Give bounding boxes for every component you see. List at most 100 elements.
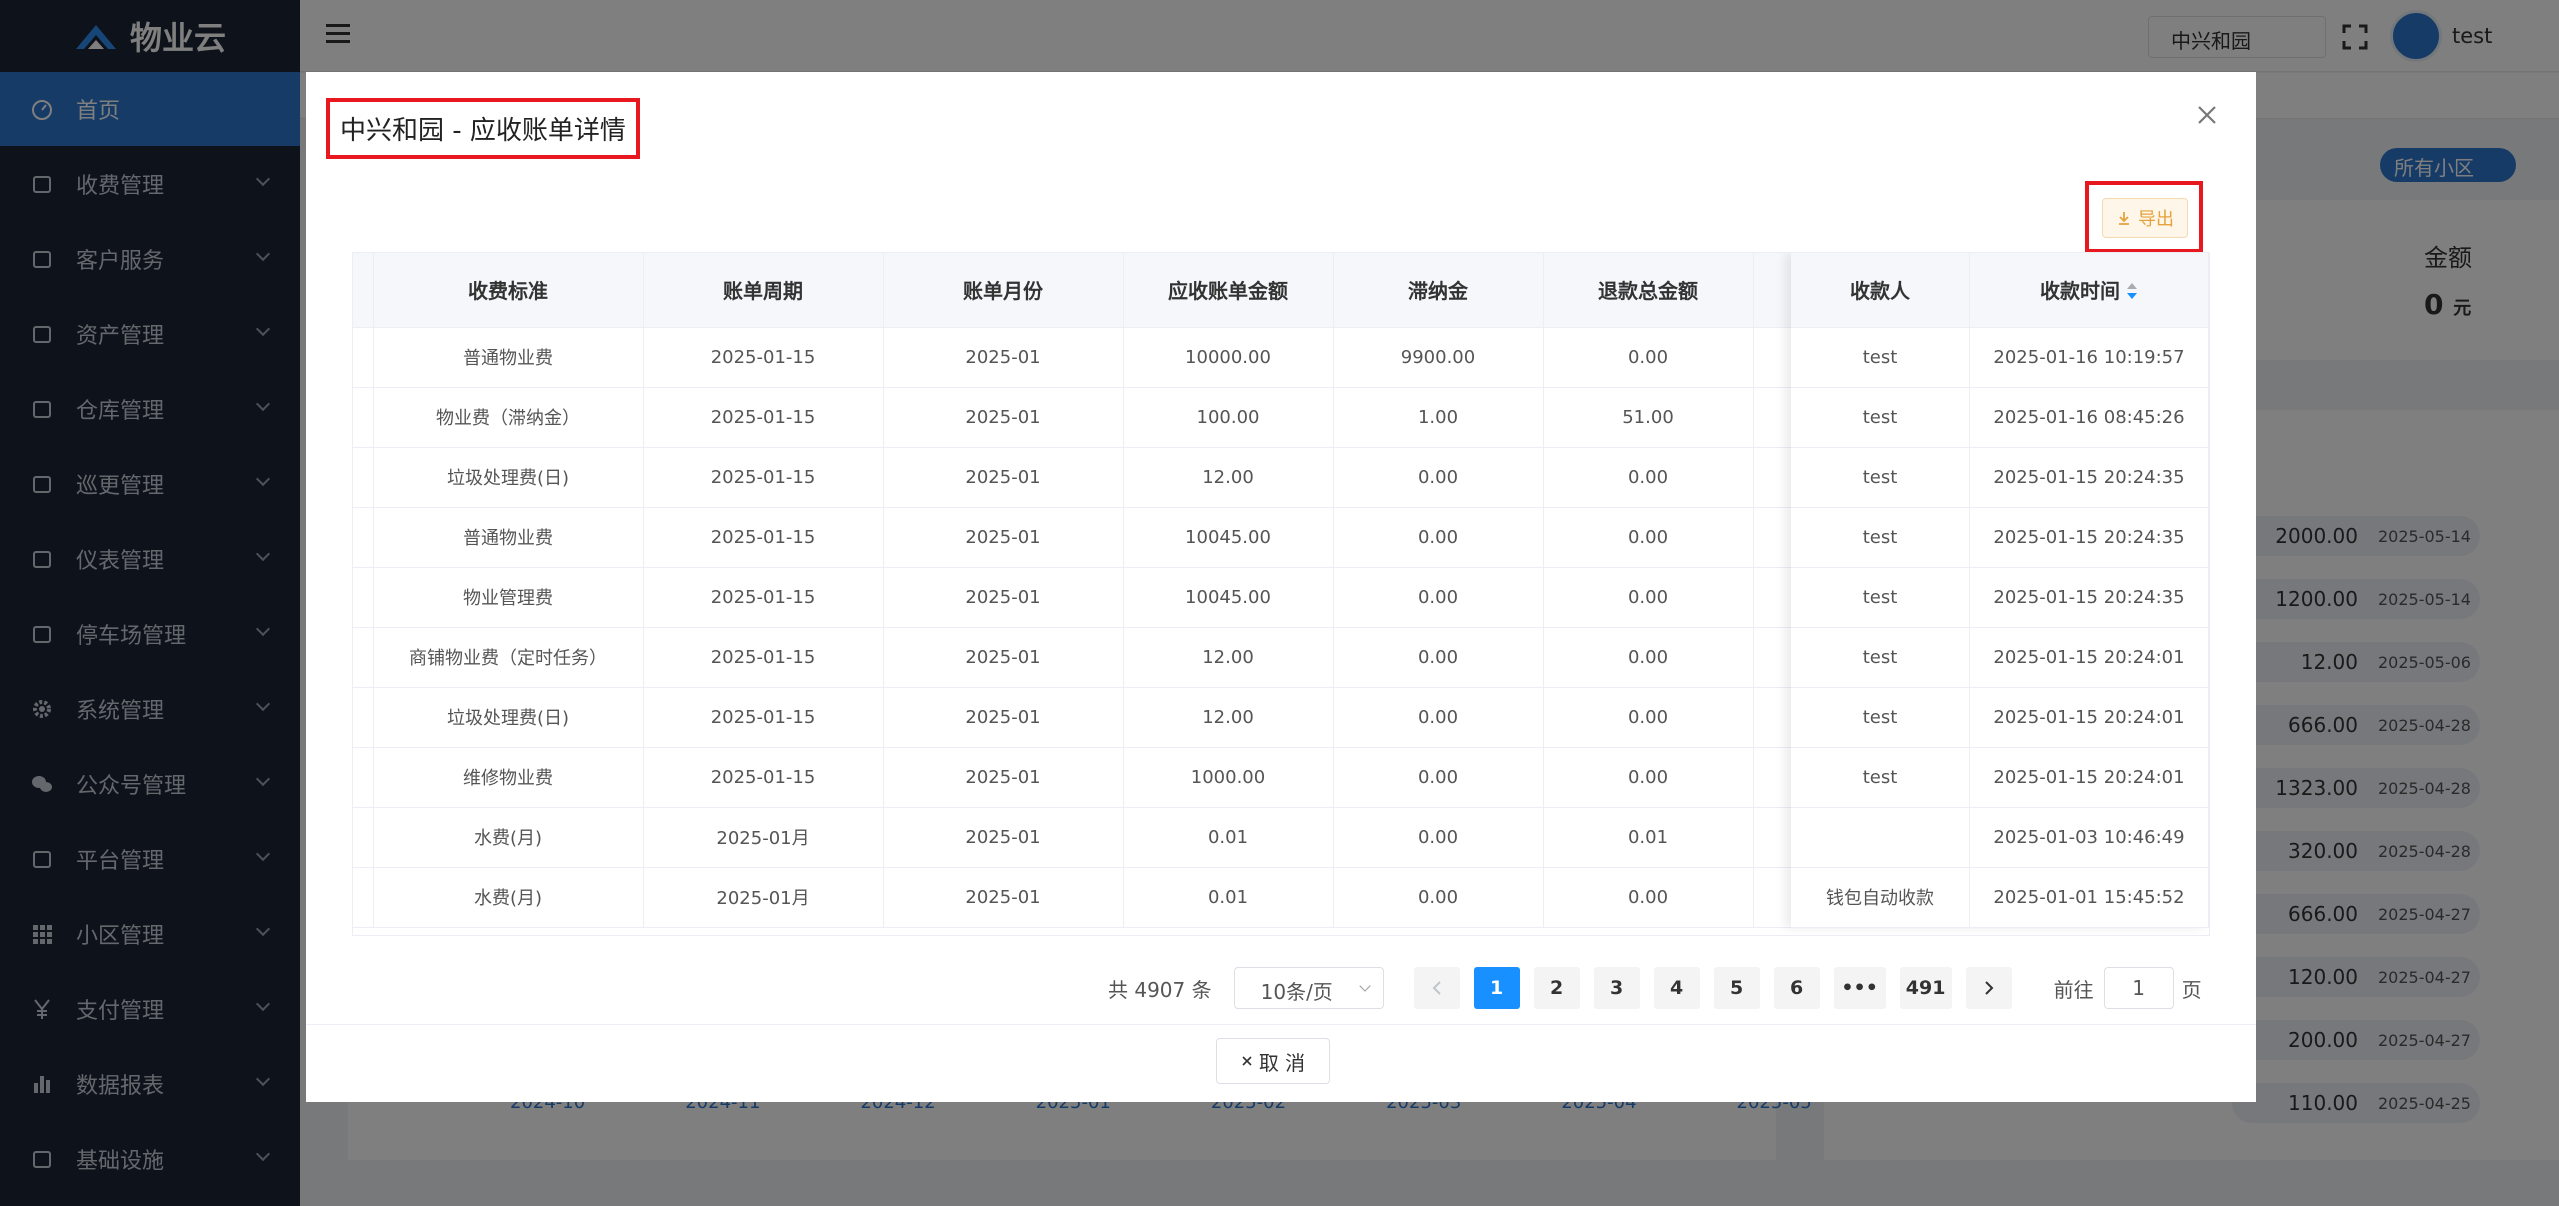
page-button[interactable]: 3 <box>1593 967 1640 1009</box>
table-header-spacer <box>353 253 374 328</box>
table-row[interactable]: test 2025-01-16 08:45:26 <box>1791 387 2209 448</box>
table-row[interactable]: 2025-01-03 10:46:49 <box>1791 807 2209 868</box>
table-row[interactable]: 商铺物业费（定时任务） 2025-01-15 2025-01 12.00 0.00 0.0… <box>353 627 1792 688</box>
goto-page-input[interactable]: 1 <box>2103 967 2174 1009</box>
next-page-button[interactable] <box>1965 967 2012 1009</box>
page-button[interactable]: 1 <box>1473 967 1520 1009</box>
chevron-right-icon <box>1984 981 1994 995</box>
table-cell-cycle: 2025-01-15 <box>643 747 884 808</box>
table-cell-payee: test <box>1791 507 1970 568</box>
page-button[interactable]: 6 <box>1773 967 1820 1009</box>
more-pages-button[interactable]: ••• <box>1833 967 1886 1009</box>
table-cell-month: 2025-01 <box>883 747 1124 808</box>
table-cell-spacer <box>353 867 374 928</box>
table-row[interactable]: 物业管理费 2025-01-15 2025-01 10045.00 0.00 0.00 <box>353 567 1792 628</box>
table-row[interactable]: 物业费（滞纳金） 2025-01-15 2025-01 100.00 1.00 51.00 <box>353 387 1792 448</box>
table-cell-late_fee: 0.00 <box>1333 747 1544 808</box>
table-cell-time: 2025-01-16 10:19:57 <box>1969 327 2209 388</box>
prev-page-button[interactable] <box>1413 967 1460 1009</box>
page-suffix: 页 <box>2181 977 2202 1002</box>
table-header: 滞纳金 <box>1333 253 1544 328</box>
table-cell-refund: 51.00 <box>1543 387 1754 448</box>
page-button[interactable]: 491 <box>1899 967 1952 1009</box>
table-cell-refund: 0.00 <box>1543 327 1754 388</box>
table-row[interactable]: 水费(月) 2025-01月 2025-01 0.01 0.00 0.00 <box>353 867 1792 928</box>
table-header: 收费标准 <box>373 253 644 328</box>
table-cell-late_fee: 1.00 <box>1333 387 1544 448</box>
table-cell-cycle: 2025-01-15 <box>643 327 884 388</box>
table-cell-amount: 10045.00 <box>1123 507 1334 568</box>
table-cell-time: 2025-01-16 08:45:26 <box>1969 387 2209 448</box>
page-button[interactable]: 4 <box>1653 967 1700 1009</box>
table-cell-amount: 1000.00 <box>1123 747 1334 808</box>
table-row[interactable]: 垃圾处理费(日) 2025-01-15 2025-01 12.00 0.00 0.00 <box>353 687 1792 748</box>
table-cell-standard: 物业费（滞纳金） <box>373 387 644 448</box>
table-cell-month: 2025-01 <box>883 807 1124 868</box>
table-cell-month: 2025-01 <box>883 687 1124 748</box>
table-cell-payee: test <box>1791 627 1970 688</box>
table-cell-payee: 钱包自动收款 <box>1791 867 1970 928</box>
table-cell-hidden <box>1753 327 1792 388</box>
table-cell-payee: test <box>1791 687 1970 748</box>
table-cell-refund: 0.00 <box>1543 747 1754 808</box>
table-header <box>1753 253 1792 328</box>
table-cell-standard: 物业管理费 <box>373 567 644 628</box>
table-row[interactable]: test 2025-01-15 20:24:35 <box>1791 567 2209 628</box>
footer-divider <box>306 1024 2256 1025</box>
total-count: 共 4907 条 <box>1108 977 1212 1002</box>
table-cell-time: 2025-01-15 20:24:01 <box>1969 627 2209 688</box>
table-row[interactable]: test 2025-01-16 10:19:57 <box>1791 327 2209 388</box>
table-cell-payee: test <box>1791 567 1970 628</box>
bill-table: 收费标准 账单周期 账单月份 应收账单金额 滞纳金 退款总金额 普通物业费 2025-01-… <box>352 252 2210 936</box>
cancel-button[interactable]: 取 消 <box>1216 1038 1330 1084</box>
table-row[interactable]: 垃圾处理费(日) 2025-01-15 2025-01 12.00 0.00 0.00 <box>353 447 1792 508</box>
table-row[interactable]: test 2025-01-15 20:24:01 <box>1791 687 2209 748</box>
cancel-label: 取 消 <box>1258 1050 1306 1075</box>
table-row[interactable]: 普通物业费 2025-01-15 2025-01 10000.00 9900.00 0.0… <box>353 327 1792 388</box>
export-button[interactable]: 导出 <box>2102 198 2188 238</box>
table-row[interactable]: test 2025-01-15 20:24:01 <box>1791 627 2209 688</box>
table-cell-standard: 普通物业费 <box>373 507 644 568</box>
table-cell-late_fee: 0.00 <box>1333 687 1544 748</box>
table-cell-payee: test <box>1791 447 1970 508</box>
table-cell-amount: 0.01 <box>1123 867 1334 928</box>
table-cell-cycle: 2025-01月 <box>643 867 884 928</box>
table-row[interactable]: 水费(月) 2025-01月 2025-01 0.01 0.00 0.01 <box>353 807 1792 868</box>
page-button[interactable]: 2 <box>1533 967 1580 1009</box>
table-row[interactable]: 维修物业费 2025-01-15 2025-01 1000.00 0.00 0.00 <box>353 747 1792 808</box>
table-header[interactable]: 收款时间 <box>1969 253 2209 328</box>
table-cell-hidden <box>1753 447 1792 508</box>
page-size-select[interactable]: 10条/页 <box>1233 967 1384 1009</box>
table-cell-time: 2025-01-15 20:24:35 <box>1969 507 2209 568</box>
table-cell-standard: 商铺物业费（定时任务） <box>373 627 644 688</box>
table-cell-amount: 12.00 <box>1123 687 1334 748</box>
page-button[interactable]: 5 <box>1713 967 1760 1009</box>
table-header: 账单月份 <box>883 253 1124 328</box>
table-cell-late_fee: 0.00 <box>1333 447 1544 508</box>
table-cell-hidden <box>1753 687 1792 748</box>
table-header: 账单周期 <box>643 253 884 328</box>
table-row[interactable]: test 2025-01-15 20:24:01 <box>1791 747 2209 808</box>
table-cell-amount: 10045.00 <box>1123 567 1334 628</box>
table-cell-refund: 0.00 <box>1543 507 1754 568</box>
table-row[interactable]: test 2025-01-15 20:24:35 <box>1791 447 2209 508</box>
table-row[interactable]: 普通物业费 2025-01-15 2025-01 10045.00 0.00 0.00 <box>353 507 1792 568</box>
table-row[interactable]: test 2025-01-15 20:24:35 <box>1791 507 2209 568</box>
table-cell-refund: 0.00 <box>1543 447 1754 508</box>
table-cell-spacer <box>353 687 374 748</box>
table-header: 收款人 <box>1791 253 1970 328</box>
table-cell-late_fee: 0.00 <box>1333 507 1544 568</box>
table-cell-month: 2025-01 <box>883 447 1124 508</box>
table-row[interactable]: 钱包自动收款 2025-01-01 15:45:52 <box>1791 867 2209 928</box>
table-cell-refund: 0.00 <box>1543 627 1754 688</box>
table-cell-cycle: 2025-01-15 <box>643 687 884 748</box>
table-cell-amount: 0.01 <box>1123 807 1334 868</box>
table-cell-late_fee: 0.00 <box>1333 807 1544 868</box>
table-cell-cycle: 2025-01-15 <box>643 567 884 628</box>
sort-icon[interactable] <box>2126 281 2138 305</box>
table-cell-standard: 维修物业费 <box>373 747 644 808</box>
table-cell-time: 2025-01-15 20:24:35 <box>1969 567 2209 628</box>
table-cell-refund: 0.00 <box>1543 567 1754 628</box>
close-icon[interactable] <box>2194 102 2220 128</box>
table-cell-spacer <box>353 747 374 808</box>
